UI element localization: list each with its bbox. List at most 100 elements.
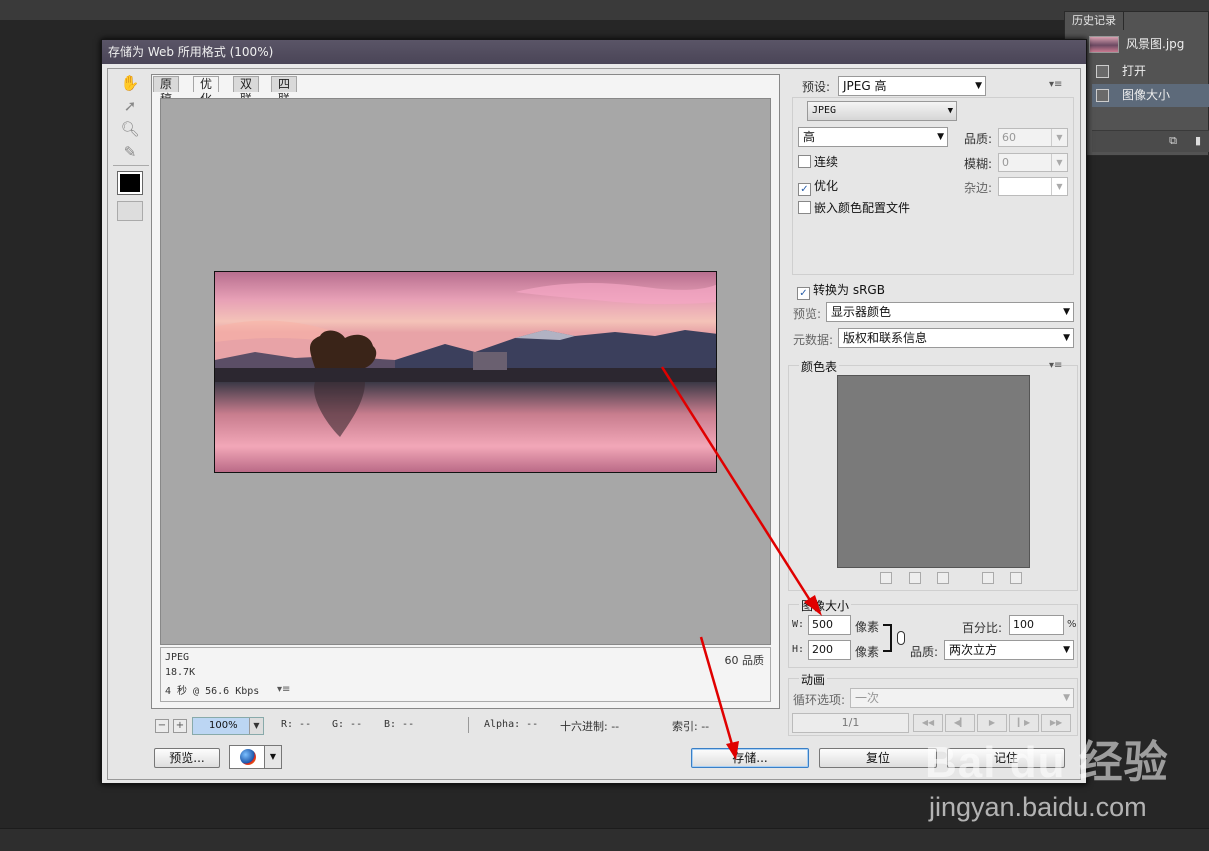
- preview-color-select[interactable]: 显示器颜色 ▼: [826, 302, 1074, 322]
- history-panel-tab[interactable]: 历史记录: [1066, 12, 1124, 30]
- zoom-level-field[interactable]: 100% ▼: [192, 717, 264, 735]
- index-readout: 索引: --: [672, 720, 710, 733]
- chevron-down-icon: ▼: [1063, 333, 1070, 343]
- matte-select[interactable]: ▼: [998, 177, 1068, 196]
- height-unit: 像素: [855, 645, 880, 659]
- tab-4-up[interactable]: 四联: [271, 76, 298, 106]
- compression-quality-select[interactable]: 高 ▼: [798, 127, 948, 147]
- tab-optimized[interactable]: 优化: [193, 76, 220, 106]
- history-item-open[interactable]: 打开: [1092, 60, 1209, 83]
- preview-button[interactable]: 预览...: [154, 748, 220, 768]
- height-field[interactable]: 200: [808, 640, 851, 660]
- chevron-down-icon: ▼: [1063, 645, 1070, 655]
- quality-readout: 60 品质: [724, 654, 765, 667]
- blur-value: 0: [1002, 156, 1009, 169]
- download-time-text: 4 秒 @ 56.6 Kbps: [165, 686, 260, 697]
- previous-frame-icon[interactable]: ◀▎: [945, 714, 975, 732]
- blue-readout: B: --: [384, 719, 415, 730]
- convert-srgb-checkbox[interactable]: ✓ 转换为 sRGB: [797, 283, 885, 300]
- width-unit: 像素: [855, 620, 880, 634]
- color-table-menu-icon[interactable]: ▾≡: [1049, 360, 1062, 371]
- preset-select[interactable]: JPEG 高 ▼: [838, 76, 986, 96]
- chevron-down-icon: ▼: [1063, 693, 1070, 703]
- metadata-select[interactable]: 版权和联系信息 ▼: [838, 328, 1074, 348]
- resample-select[interactable]: 两次立方 ▼: [944, 640, 1074, 660]
- eyedropper-tool-icon[interactable]: ✎: [119, 142, 141, 162]
- preview-browser-select[interactable]: ▼: [229, 745, 282, 769]
- readout-divider: [468, 717, 469, 733]
- trash-icon[interactable]: [1010, 572, 1022, 584]
- eyedropper-color-swatch[interactable]: [117, 171, 143, 195]
- progressive-checkbox[interactable]: 连续: [798, 155, 838, 169]
- optimized-label: 优化: [814, 179, 839, 193]
- last-frame-icon[interactable]: ▶▶: [1041, 714, 1071, 732]
- web-snap-icon[interactable]: [909, 572, 921, 584]
- toggle-slices-visibility-icon[interactable]: [117, 201, 143, 221]
- chevron-down-icon: ▼: [975, 81, 982, 91]
- zoom-in-button[interactable]: +: [173, 719, 187, 733]
- checkbox-box[interactable]: ✓: [797, 287, 810, 300]
- save-button[interactable]: 存储...: [691, 748, 809, 768]
- tool-divider: [113, 165, 149, 166]
- quality-label: 品质:: [964, 132, 993, 146]
- new-document-icon[interactable]: ⧉: [1169, 134, 1177, 148]
- tab-2-up[interactable]: 双联: [233, 76, 260, 106]
- map-transparency-icon[interactable]: [880, 572, 892, 584]
- optimization-info: JPEG 18.7K 4 秒 @ 56.6 Kbps ▾≡ 60 品质: [160, 647, 771, 702]
- checkbox-box[interactable]: ✓: [798, 183, 811, 196]
- embed-profile-label: 嵌入颜色配置文件: [814, 201, 911, 215]
- checkbox-box[interactable]: [798, 201, 811, 214]
- file-format-select[interactable]: JPEG ▼: [807, 101, 957, 121]
- chevron-down-icon[interactable]: ▼: [1051, 154, 1067, 171]
- trash-icon[interactable]: ▮: [1195, 134, 1201, 147]
- zoom-out-button[interactable]: −: [155, 719, 169, 733]
- image-size-title: 图像大小: [799, 597, 852, 614]
- chevron-down-icon: ▼: [947, 106, 953, 116]
- history-item-label: 打开: [1122, 64, 1147, 78]
- red-readout: R: --: [281, 719, 312, 730]
- width-field[interactable]: 500: [808, 615, 851, 635]
- resample-value: 两次立方: [949, 643, 998, 657]
- photoshop-top-bar: [0, 0, 1209, 20]
- animation-controls: ◀◀ ◀▎ ▶ ▎▶ ▶▶: [913, 714, 1074, 732]
- chevron-down-icon[interactable]: ▼: [249, 718, 263, 734]
- frame-counter: 1/1: [792, 713, 909, 733]
- blur-field[interactable]: 0 ▼: [998, 153, 1068, 172]
- link-proportions-icon[interactable]: [897, 631, 905, 645]
- loop-label: 循环选项:: [793, 693, 846, 707]
- file-size-text: 18.7K: [165, 667, 196, 678]
- preset-label: 预设:: [802, 80, 831, 94]
- image-size-icon: [1096, 89, 1109, 102]
- percent-field[interactable]: 100: [1009, 615, 1064, 635]
- chevron-down-icon[interactable]: ▼: [1051, 178, 1067, 195]
- next-frame-icon[interactable]: ▎▶: [1009, 714, 1039, 732]
- lock-color-icon[interactable]: [937, 572, 949, 584]
- first-frame-icon[interactable]: ◀◀: [913, 714, 943, 732]
- play-icon[interactable]: ▶: [977, 714, 1007, 732]
- tab-original[interactable]: 原稿: [153, 76, 180, 106]
- history-item-image-size[interactable]: 图像大小: [1092, 84, 1209, 107]
- quality-field[interactable]: 60 ▼: [998, 128, 1068, 147]
- new-color-icon[interactable]: [982, 572, 994, 584]
- chevron-down-icon[interactable]: ▼: [1051, 129, 1067, 146]
- embed-profile-checkbox[interactable]: 嵌入颜色配置文件: [798, 201, 910, 215]
- optimized-checkbox[interactable]: ✓ 优化: [798, 179, 838, 196]
- chevron-down-icon: ▼: [1063, 307, 1070, 317]
- checkbox-box[interactable]: [798, 155, 811, 168]
- loop-select[interactable]: 一次 ▼: [850, 688, 1074, 708]
- history-snapshot[interactable]: 风景图.jpg: [1089, 33, 1209, 56]
- slice-select-tool-icon[interactable]: ➚: [119, 96, 141, 116]
- download-speed-menu-icon[interactable]: ▾≡: [277, 684, 290, 695]
- landscape-preview-image[interactable]: [214, 271, 717, 473]
- optimize-menu-icon[interactable]: ▾≡: [1049, 79, 1062, 90]
- hand-tool-icon[interactable]: ✋: [119, 73, 141, 93]
- color-table[interactable]: [837, 375, 1030, 568]
- remember-button[interactable]: 记住: [947, 748, 1065, 768]
- dialog-title[interactable]: 存储为 Web 所用格式 (100%): [102, 40, 1086, 64]
- reset-button[interactable]: 复位: [819, 748, 937, 768]
- format-text: JPEG: [165, 652, 190, 663]
- chevron-down-icon[interactable]: ▼: [264, 746, 281, 768]
- zoom-tool-icon[interactable]: 🔍︎: [119, 119, 141, 139]
- preview-color-value: 显示器颜色: [831, 305, 892, 319]
- browser-icon: [240, 749, 256, 765]
